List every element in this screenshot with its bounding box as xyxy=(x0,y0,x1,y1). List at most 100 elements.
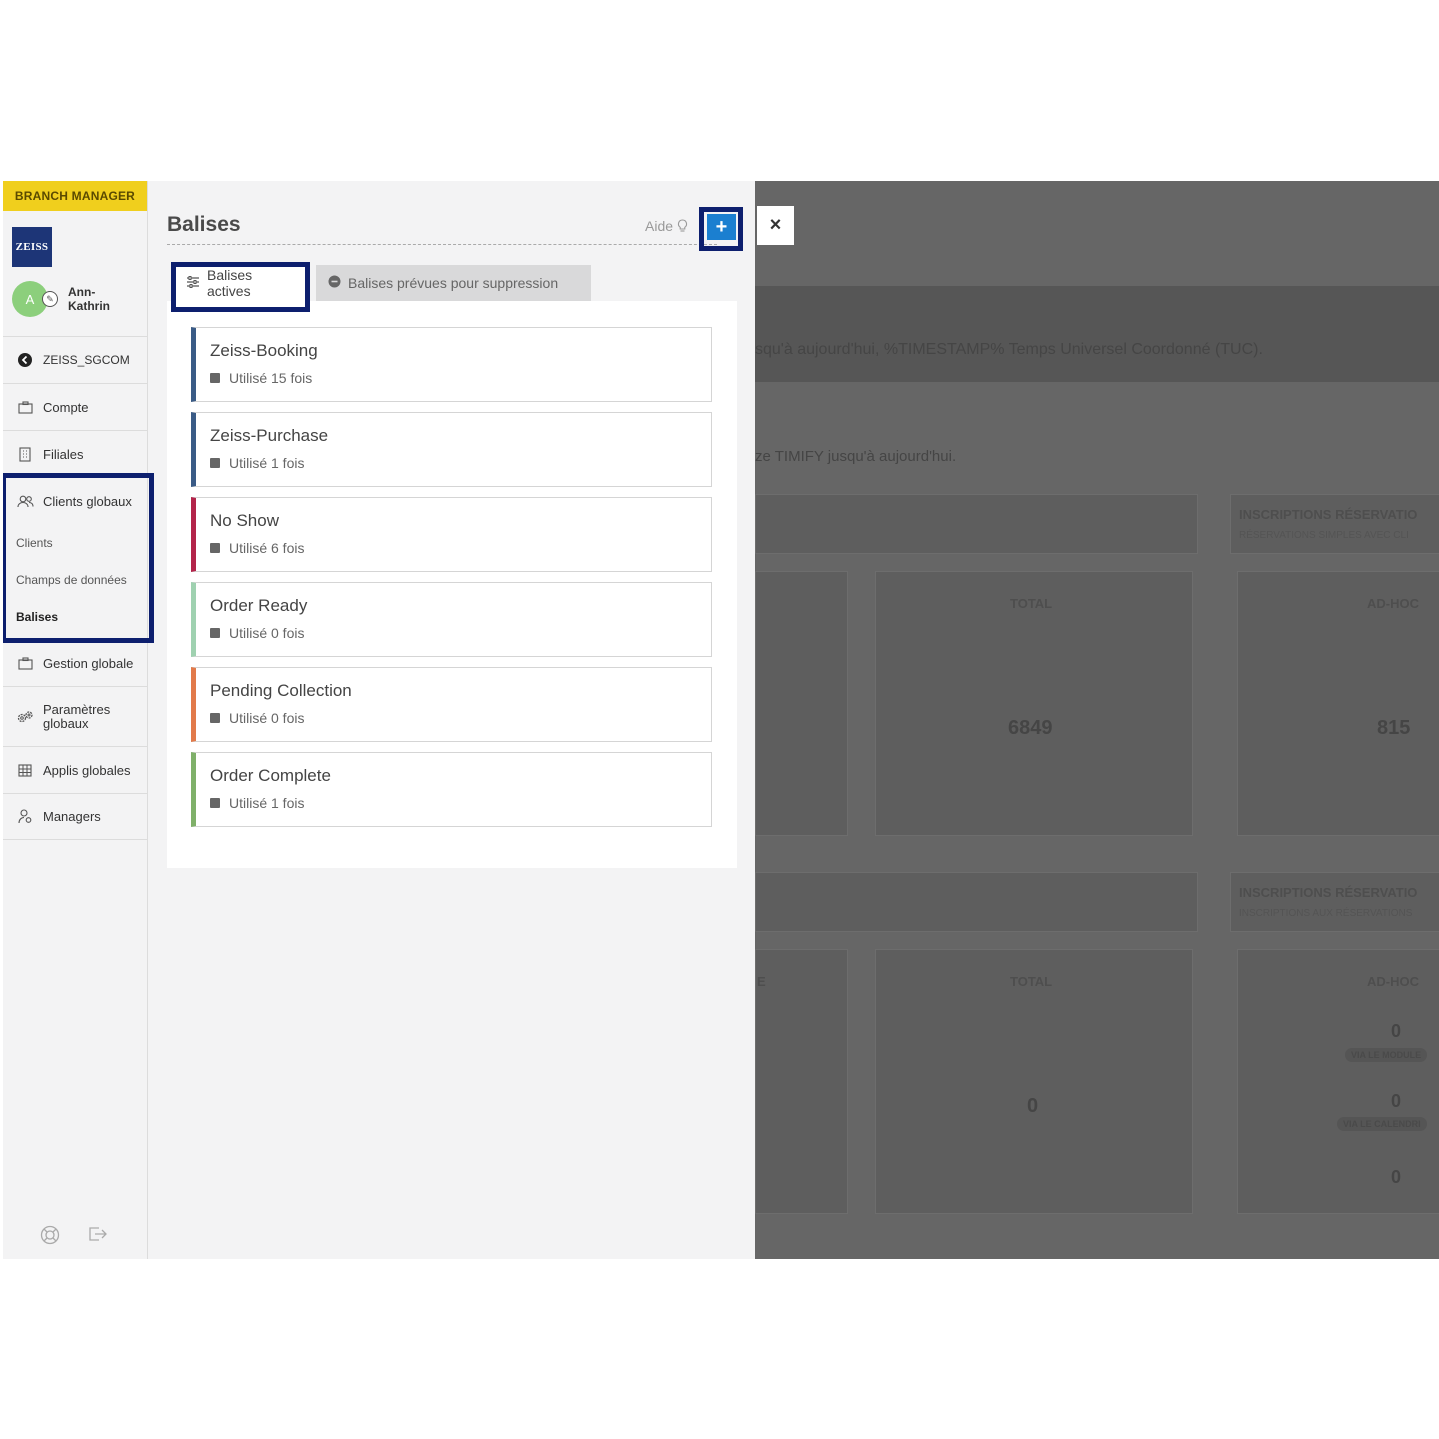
sidebar-subitem-balises[interactable]: Balises xyxy=(3,598,148,635)
managers-icon xyxy=(16,808,34,826)
sidebar-item-back-account[interactable]: ZEISS_SGCOM xyxy=(3,336,148,383)
briefcase-icon xyxy=(16,654,34,672)
sidebar-item-label: Filiales xyxy=(43,446,84,462)
section-header-card xyxy=(1230,494,1439,554)
calendar-icon xyxy=(210,373,220,383)
stat-card xyxy=(755,571,848,836)
tab-balises-prevues-suppression[interactable]: Balises prévues pour suppression xyxy=(316,265,591,301)
sidebar-item-label: ZEISS_SGCOM xyxy=(43,353,130,367)
help-link[interactable]: Aide xyxy=(645,218,688,234)
calendar-icon xyxy=(210,713,220,723)
tag-usage-label: Utilisé 6 fois xyxy=(229,540,305,556)
stat-value: 815 xyxy=(1377,717,1411,739)
sidebar-subitem-champs-de-donnees[interactable]: Champs de données xyxy=(3,561,148,598)
support-icon[interactable] xyxy=(40,1225,60,1250)
tag-card[interactable]: Order Complete Utilisé 1 fois xyxy=(191,752,712,827)
section-subtitle: RÉSERVATIONS SIMPLES AVEC CLI xyxy=(1239,530,1409,541)
sidebar-item-parametres-globaux[interactable]: Paramètres globaux xyxy=(3,686,148,746)
tag-usage: Utilisé 6 fois xyxy=(210,540,304,556)
sidebar-nav: ZEISS_SGCOM Compte Filiales Clients glob… xyxy=(3,336,148,840)
section-title: INSCRIPTIONS RÉSERVATIO xyxy=(1239,507,1418,522)
sidebar-footer xyxy=(40,1225,108,1250)
grid-icon xyxy=(16,761,34,779)
tag-usage-label: Utilisé 1 fois xyxy=(229,455,305,471)
section-header-card xyxy=(1230,872,1439,932)
section-header-card xyxy=(755,494,1198,554)
calendar-icon xyxy=(210,543,220,553)
dashboard-subtitle: ze TIMIFY jusqu'à aujourd'hui. xyxy=(755,448,957,465)
dimmed-dashboard[interactable]: squ'à aujourd'hui, %TIMESTAMP% Temps Uni… xyxy=(755,181,1439,1259)
sidebar-item-managers[interactable]: Managers xyxy=(3,793,148,840)
tab-balises-actives[interactable]: Balises actives xyxy=(174,265,306,301)
app-window: BRANCH MANAGER ZEISS A ✎ Ann-Kathrin ZEI… xyxy=(3,181,1439,1259)
title-divider xyxy=(167,244,717,245)
page-title: Balises xyxy=(167,213,241,236)
stat-value: 6849 xyxy=(1008,717,1053,739)
source-badge: VIA LE MODULE xyxy=(1345,1048,1428,1062)
sidebar-item-label: Compte xyxy=(43,399,89,415)
sidebar-item-compte[interactable]: Compte xyxy=(3,383,148,430)
minus-circle-icon xyxy=(328,275,341,291)
info-banner xyxy=(755,286,1439,382)
close-drawer-button[interactable]: × xyxy=(757,206,794,245)
help-label: Aide xyxy=(645,218,674,234)
back-arrow-icon xyxy=(16,351,34,369)
stat-value: 0 xyxy=(1391,1021,1402,1041)
sidebar-item-filiales[interactable]: Filiales xyxy=(3,430,148,477)
stat-label: E xyxy=(757,974,766,989)
logout-icon[interactable] xyxy=(88,1225,108,1250)
calendar-icon xyxy=(210,458,220,468)
stat-value: 0 xyxy=(1391,1091,1402,1111)
sidebar-subitem-clients[interactable]: Clients xyxy=(3,524,148,561)
tag-name: Order Complete xyxy=(210,766,331,785)
edit-profile-icon[interactable]: ✎ xyxy=(42,291,58,307)
stat-label: AD-HOC xyxy=(1367,596,1419,611)
tag-name: Zeiss-Purchase xyxy=(210,426,329,445)
stat-label: AD-HOC xyxy=(1367,974,1419,989)
section-title: INSCRIPTIONS RÉSERVATIO xyxy=(1239,885,1418,900)
stat-label: TOTAL xyxy=(1010,596,1053,611)
sidebar-item-label: Managers xyxy=(43,809,101,824)
tag-name: No Show xyxy=(210,511,279,530)
stat-value: 0 xyxy=(1391,1167,1402,1187)
tag-name: Pending Collection xyxy=(210,681,352,700)
calendar-icon xyxy=(210,798,220,808)
tag-name: Zeiss-Booking xyxy=(210,341,318,360)
sidebar-item-applis-globales[interactable]: Applis globales xyxy=(3,746,148,793)
tag-usage-label: Utilisé 0 fois xyxy=(229,625,305,641)
tag-card[interactable]: No Show Utilisé 6 fois xyxy=(191,497,712,572)
sidebar-item-label: Applis globales xyxy=(43,762,131,778)
calendar-icon xyxy=(210,628,220,638)
banner-text: squ'à aujourd'hui, %TIMESTAMP% Temps Uni… xyxy=(755,341,1263,358)
briefcase-icon xyxy=(16,398,34,416)
tag-card[interactable]: Zeiss-Booking Utilisé 15 fois xyxy=(191,327,712,402)
sidebar-item-label: Clients globaux xyxy=(43,493,132,509)
source-badge: VIA LE CALENDRI xyxy=(1337,1117,1427,1131)
tags-drawer: Balises Aide + Balises actives Balises p… xyxy=(148,181,755,1259)
stat-card xyxy=(755,949,848,1214)
zeiss-logo: ZEISS xyxy=(12,227,52,267)
tag-usage-label: Utilisé 0 fois xyxy=(229,710,305,726)
tag-card[interactable]: Pending Collection Utilisé 0 fois xyxy=(191,667,712,742)
sidebar: BRANCH MANAGER ZEISS A ✎ Ann-Kathrin ZEI… xyxy=(3,181,148,1259)
user-profile[interactable]: A ✎ Ann-Kathrin xyxy=(12,281,128,317)
tag-card[interactable]: Zeiss-Purchase Utilisé 1 fois xyxy=(191,412,712,487)
tab-label: Balises actives xyxy=(207,267,253,299)
section-subtitle: INSCRIPTIONS AUX RÉSERVATIONS xyxy=(1239,908,1413,919)
tag-card[interactable]: Order Ready Utilisé 0 fois xyxy=(191,582,712,657)
tab-label: Balises prévues pour suppression xyxy=(348,275,559,291)
tag-usage: Utilisé 15 fois xyxy=(210,370,312,386)
sidebar-item-label: Gestion globale xyxy=(43,655,134,671)
user-name: Ann-Kathrin xyxy=(68,285,110,313)
users-icon xyxy=(16,492,34,510)
section-header-card xyxy=(755,872,1198,932)
add-tag-button[interactable]: + xyxy=(707,214,736,240)
stat-label: TOTAL xyxy=(1010,974,1053,989)
sidebar-item-clients-globaux[interactable]: Clients globaux xyxy=(3,477,148,524)
tag-usage-label: Utilisé 1 fois xyxy=(229,795,305,811)
tag-usage: Utilisé 1 fois xyxy=(210,795,304,811)
building-icon xyxy=(16,445,34,463)
sidebar-item-label: Paramètres globaux xyxy=(43,701,111,731)
lightbulb-icon xyxy=(677,218,688,234)
sidebar-item-gestion-globale[interactable]: Gestion globale xyxy=(3,639,148,686)
